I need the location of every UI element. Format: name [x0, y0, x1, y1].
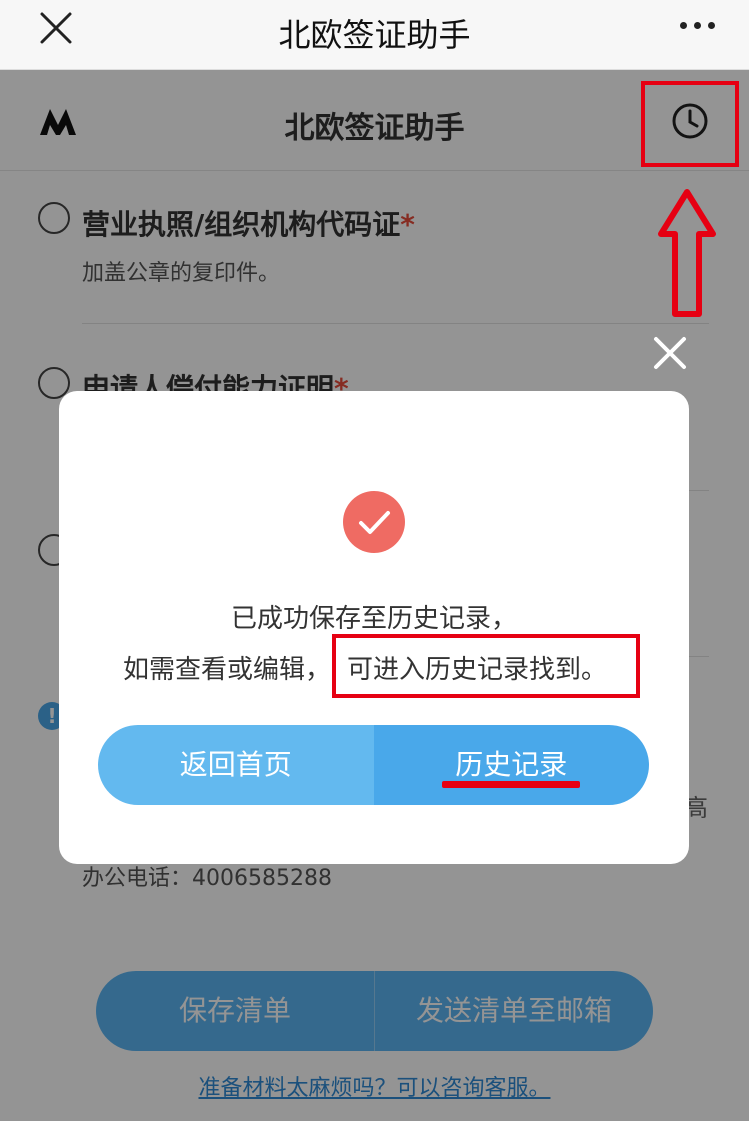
dialog-message-line2-prefix: 如需查看或编辑， [123, 655, 332, 685]
top-navigation-bar: 北欧签证助手 [0, 0, 749, 70]
window-title: 北欧签证助手 [278, 16, 471, 54]
success-dialog: 已成功保存至历史记录， 如需查看或编辑， 可进入历史记录找到。 返回首页 历史记… [59, 391, 689, 864]
annotation-underline [442, 781, 580, 788]
annotation-box-history-icon [641, 81, 739, 167]
dialog-buttons: 返回首页 历史记录 [98, 725, 649, 805]
more-icon[interactable] [680, 22, 715, 29]
history-button[interactable]: 历史记录 [373, 725, 649, 805]
dialog-message-line1: 已成功保存至历史记录， [230, 604, 517, 634]
annotation-box-highlight-text [332, 634, 640, 698]
back-home-button[interactable]: 返回首页 [98, 725, 374, 805]
success-check-icon [343, 491, 405, 553]
annotation-arrow-up-icon [658, 189, 716, 317]
modal-close-icon[interactable] [652, 335, 688, 371]
